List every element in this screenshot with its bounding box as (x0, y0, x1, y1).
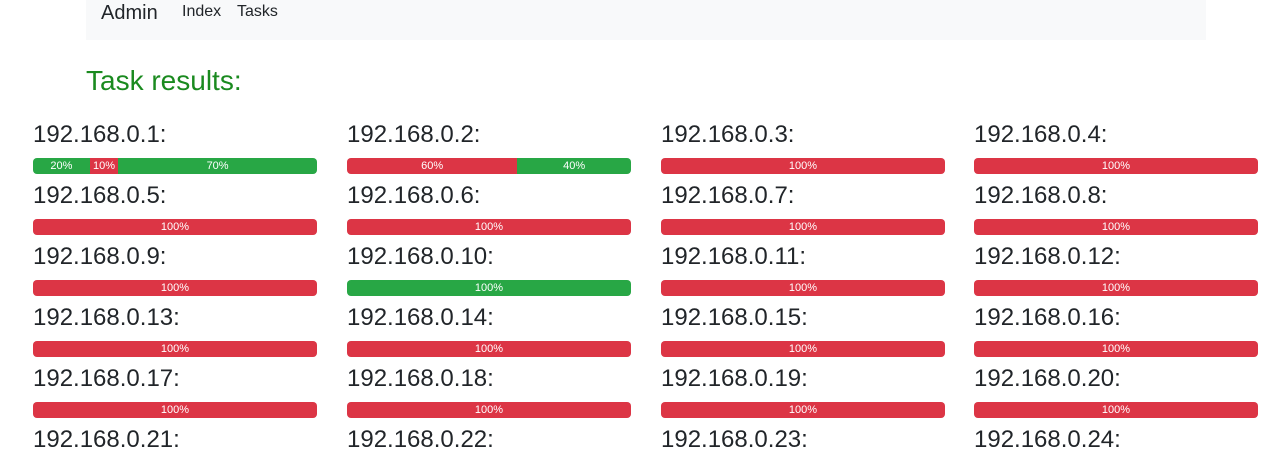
page-title: Task results: (86, 65, 242, 96)
task-progress: 100% (33, 402, 317, 418)
host-label: 192.168.0.17: (33, 365, 180, 392)
progress-bar-danger: 60% (347, 158, 518, 174)
host-result: 192.168.0.11: 100% (661, 242, 945, 296)
host-result: 192.168.0.6: 100% (347, 181, 631, 235)
progress-bar-danger: 100% (33, 280, 317, 296)
host-result: 192.168.0.18: 100% (347, 364, 631, 418)
host-label: 192.168.0.1: (33, 121, 167, 148)
progress-bar-success: 70% (118, 158, 317, 174)
host-result: 192.168.0.10: 100% (347, 242, 631, 296)
host-label: 192.168.0.6: (347, 182, 481, 209)
progress-bar-danger: 100% (33, 341, 317, 357)
task-progress: 100% (33, 280, 317, 296)
task-progress: 100% (661, 341, 945, 357)
navbar-brand[interactable]: Admin (101, 1, 158, 25)
progress-bar-danger: 100% (347, 341, 631, 357)
host-result: 192.168.0.9: 100% (33, 242, 317, 296)
progress-bar-danger: 100% (661, 280, 945, 296)
progress-bar-danger: 100% (347, 402, 631, 418)
host-label: 192.168.0.21: (33, 426, 180, 453)
host-label: 192.168.0.12: (974, 243, 1121, 270)
host-label: 192.168.0.9: (33, 243, 167, 270)
nav-link-tasks[interactable]: Tasks (237, 3, 278, 21)
host-label: 192.168.0.18: (347, 365, 494, 392)
task-progress: 100% (33, 219, 317, 235)
progress-bar-danger: 100% (974, 341, 1258, 357)
host-result: 192.168.0.20: 100% (974, 364, 1258, 418)
host-result: 192.168.0.22: (347, 425, 631, 455)
host-label: 192.168.0.4: (974, 121, 1108, 148)
host-result: 192.168.0.1: 20% 10% 70% (33, 120, 317, 174)
host-label: 192.168.0.5: (33, 182, 167, 209)
progress-bar-danger: 10% (89, 158, 119, 174)
host-label: 192.168.0.7: (661, 182, 795, 209)
progress-bar-danger: 100% (974, 219, 1258, 235)
progress-bar-success: 100% (347, 280, 631, 296)
host-result: 192.168.0.21: (33, 425, 317, 455)
host-result: 192.168.0.4: 100% (974, 120, 1258, 174)
progress-bar-danger: 100% (661, 219, 945, 235)
task-progress: 100% (661, 402, 945, 418)
task-progress: 100% (347, 219, 631, 235)
host-result: 192.168.0.12: 100% (974, 242, 1258, 296)
task-progress: 100% (974, 158, 1258, 174)
host-label: 192.168.0.3: (661, 121, 795, 148)
task-progress: 100% (33, 341, 317, 357)
task-progress: 100% (974, 341, 1258, 357)
host-label: 192.168.0.2: (347, 121, 481, 148)
task-progress: 20% 10% 70% (33, 158, 317, 174)
host-result: 192.168.0.24: (974, 425, 1258, 455)
task-progress: 100% (974, 219, 1258, 235)
task-progress: 100% (347, 402, 631, 418)
host-result: 192.168.0.2: 60% 40% (347, 120, 631, 174)
host-result: 192.168.0.15: 100% (661, 303, 945, 357)
host-result: 192.168.0.5: 100% (33, 181, 317, 235)
host-label: 192.168.0.14: (347, 304, 494, 331)
progress-bar-danger: 100% (974, 158, 1258, 174)
host-label: 192.168.0.20: (974, 365, 1121, 392)
task-progress: 100% (347, 280, 631, 296)
host-result: 192.168.0.7: 100% (661, 181, 945, 235)
task-progress: 60% 40% (347, 158, 631, 174)
host-label: 192.168.0.22: (347, 426, 494, 453)
task-progress: 100% (974, 402, 1258, 418)
progress-bar-success: 40% (517, 158, 631, 174)
host-result: 192.168.0.13: 100% (33, 303, 317, 357)
host-label: 192.168.0.13: (33, 304, 180, 331)
host-label: 192.168.0.8: (974, 182, 1108, 209)
host-label: 192.168.0.23: (661, 426, 808, 453)
host-label: 192.168.0.15: (661, 304, 808, 331)
task-progress: 100% (661, 280, 945, 296)
host-result: 192.168.0.3: 100% (661, 120, 945, 174)
progress-bar-danger: 100% (661, 158, 945, 174)
nav-link-index[interactable]: Index (182, 3, 221, 21)
host-label: 192.168.0.11: (661, 243, 807, 270)
host-result: 192.168.0.19: 100% (661, 364, 945, 418)
progress-bar-danger: 100% (661, 341, 945, 357)
progress-bar-danger: 100% (33, 402, 317, 418)
progress-bar-danger: 100% (347, 219, 631, 235)
progress-bar-danger: 100% (974, 402, 1258, 418)
task-progress: 100% (661, 219, 945, 235)
host-label: 192.168.0.10: (347, 243, 494, 270)
task-progress: 100% (661, 158, 945, 174)
navbar: Admin Index Tasks (86, 0, 1206, 40)
host-label: 192.168.0.16: (974, 304, 1121, 331)
host-label: 192.168.0.19: (661, 365, 808, 392)
host-result: 192.168.0.17: 100% (33, 364, 317, 418)
host-result: 192.168.0.8: 100% (974, 181, 1258, 235)
host-result: 192.168.0.16: 100% (974, 303, 1258, 357)
progress-bar-danger: 100% (33, 219, 317, 235)
progress-bar-success: 20% (33, 158, 90, 174)
host-result: 192.168.0.14: 100% (347, 303, 631, 357)
task-progress: 100% (974, 280, 1258, 296)
progress-bar-danger: 100% (974, 280, 1258, 296)
progress-bar-danger: 100% (661, 402, 945, 418)
host-label: 192.168.0.24: (974, 426, 1121, 453)
host-result: 192.168.0.23: (661, 425, 945, 455)
task-progress: 100% (347, 341, 631, 357)
